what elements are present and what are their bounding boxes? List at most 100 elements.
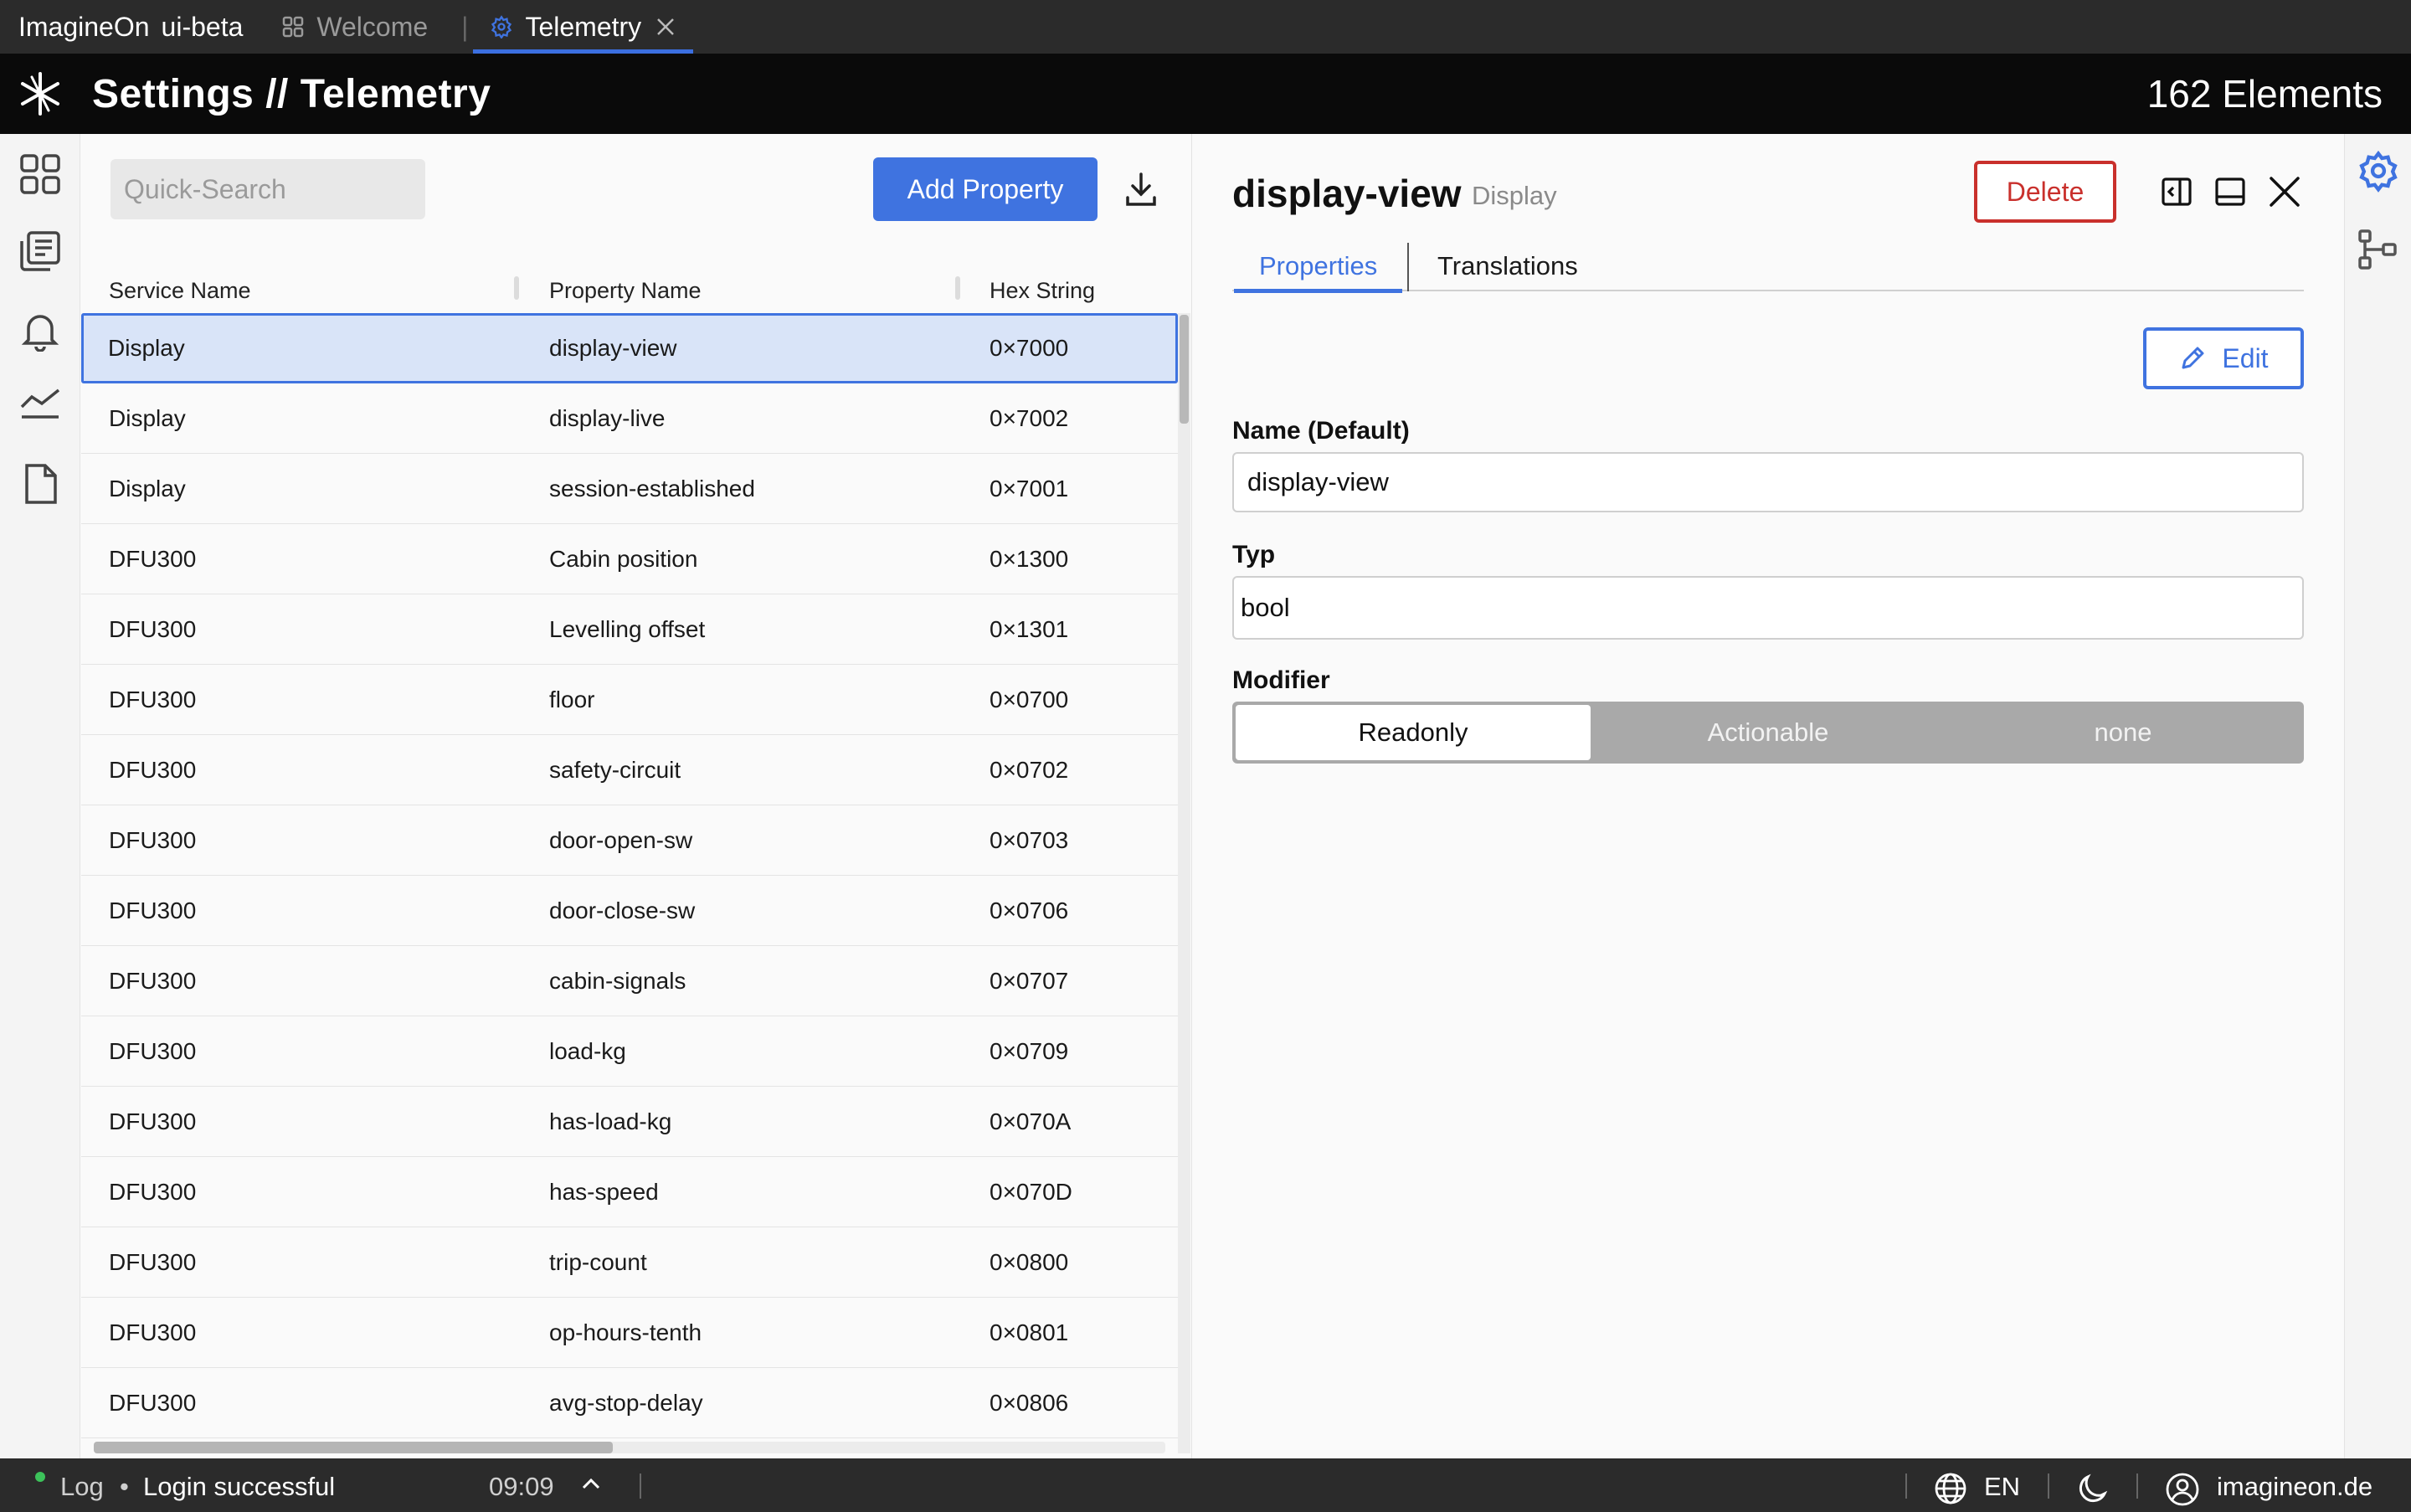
table-row[interactable]: DFU300 has-load-kg 0×070A [81, 1087, 1178, 1157]
cell-hex: 0×070D [990, 1179, 1072, 1205]
status-bullet: • [120, 1472, 129, 1501]
cell-hex: 0×7000 [990, 335, 1069, 361]
status-divider [2136, 1473, 2138, 1499]
dock-bottom-icon[interactable] [2211, 172, 2249, 211]
cell-hex: 0×7002 [990, 405, 1069, 431]
table-row[interactable]: DFU300 door-close-sw 0×0706 [81, 876, 1178, 946]
table-row[interactable]: Display session-established 0×7001 [81, 454, 1178, 524]
table-row[interactable]: DFU300 door-open-sw 0×0703 [81, 805, 1178, 876]
cell-service: DFU300 [109, 546, 197, 572]
cell-service: DFU300 [109, 616, 197, 642]
tab-close-icon[interactable] [655, 16, 676, 38]
column-resize-handle[interactable] [514, 276, 519, 300]
tab-translations[interactable]: Translations [1437, 251, 1578, 291]
bell-icon[interactable] [17, 306, 64, 353]
table-row[interactable]: DFU300 Cabin position 0×1300 [81, 524, 1178, 594]
cell-service: Display [108, 335, 185, 361]
cell-service: DFU300 [109, 687, 197, 712]
tab-properties[interactable]: Properties [1233, 251, 1403, 293]
close-icon[interactable] [2265, 172, 2304, 211]
type-label: Typ [1232, 541, 1276, 568]
table-row[interactable]: DFU300 Levelling offset 0×1301 [81, 594, 1178, 665]
documents-icon[interactable] [17, 228, 64, 275]
pencil-icon [2178, 344, 2207, 373]
column-header-hex[interactable]: Hex String [990, 278, 1095, 304]
detail-tabs: Properties Translations [1232, 243, 2304, 293]
table-row[interactable]: Display display-live 0×7002 [81, 383, 1178, 454]
scrollbar-thumb[interactable] [1180, 315, 1189, 424]
status-bar: Log • Login successful 09:09 EN imagineo… [0, 1458, 2411, 1512]
name-field[interactable]: display-view [1232, 452, 2304, 512]
cell-property: door-open-sw [549, 827, 693, 853]
right-sidebar [2344, 134, 2411, 1458]
gear-icon [490, 15, 513, 39]
cell-service: DFU300 [109, 827, 197, 853]
scrollbar-thumb[interactable] [94, 1442, 613, 1453]
tab-divider [1407, 243, 1409, 291]
settings-icon[interactable] [2355, 147, 2402, 194]
table-row[interactable]: DFU300 avg-stop-delay 0×0806 [81, 1368, 1178, 1438]
modifier-option-none[interactable]: none [1946, 705, 2300, 760]
column-header-service[interactable]: Service Name [109, 278, 251, 304]
modifier-option-readonly[interactable]: Readonly [1236, 705, 1591, 760]
moon-icon[interactable] [2076, 1472, 2110, 1505]
user-account[interactable]: imagineon.de [2217, 1472, 2372, 1502]
cell-property: display-view [549, 335, 677, 361]
cell-service: DFU300 [109, 1249, 197, 1275]
table-row[interactable]: DFU300 floor 0×0700 [81, 665, 1178, 735]
cell-service: DFU300 [109, 897, 197, 923]
user-icon[interactable] [2165, 1472, 2200, 1507]
page-header: Settings // Telemetry 162 Elements [0, 54, 2411, 134]
cell-property: avg-stop-delay [549, 1390, 703, 1416]
chevron-up-icon[interactable] [581, 1477, 601, 1490]
log-button[interactable]: Log [60, 1472, 104, 1502]
add-property-button[interactable]: Add Property [873, 157, 1098, 221]
dashboard-icon[interactable] [17, 151, 64, 198]
cell-property: load-kg [549, 1038, 626, 1064]
table-row[interactable]: Display display-view 0×7000 [81, 313, 1178, 383]
cell-service: DFU300 [109, 1319, 197, 1345]
column-resize-handle[interactable] [955, 276, 960, 300]
chart-icon[interactable] [17, 378, 64, 425]
logo-icon [17, 70, 64, 117]
table-row[interactable]: DFU300 load-kg 0×0709 [81, 1016, 1178, 1087]
column-header-property[interactable]: Property Name [549, 278, 702, 304]
tab-telemetry[interactable]: Telemetry [473, 0, 693, 54]
table-row[interactable]: DFU300 op-hours-tenth 0×0801 [81, 1298, 1178, 1368]
cell-hex: 0×070A [990, 1108, 1072, 1134]
cell-hex: 0×0703 [990, 827, 1069, 853]
file-icon[interactable] [17, 460, 64, 507]
cell-property: floor [549, 687, 595, 712]
element-count: 162 Elements [2146, 72, 2383, 116]
status-indicator [35, 1472, 45, 1482]
table-row[interactable]: DFU300 safety-circuit 0×0702 [81, 735, 1178, 805]
cell-service: DFU300 [109, 1108, 197, 1134]
dock-left-icon[interactable] [2157, 172, 2196, 211]
table-row[interactable]: DFU300 trip-count 0×0800 [81, 1227, 1178, 1298]
table-row[interactable]: DFU300 has-speed 0×070D [81, 1157, 1178, 1227]
table-row[interactable]: DFU300 cabin-signals 0×0707 [81, 946, 1178, 1016]
cell-property: has-speed [549, 1179, 659, 1205]
delete-button[interactable]: Delete [1974, 161, 2116, 223]
tab-welcome-label: Welcome [316, 11, 429, 42]
modifier-option-actionable[interactable]: Actionable [1591, 705, 1946, 760]
cell-property: cabin-signals [549, 968, 686, 994]
app-name-text: ImagineOn [18, 11, 150, 42]
language-selector[interactable]: EN [1984, 1472, 2020, 1502]
detail-subtitle: Display [1472, 181, 1557, 210]
download-icon[interactable] [1119, 167, 1163, 211]
cell-service: DFU300 [109, 1038, 197, 1064]
edit-button[interactable]: Edit [2143, 327, 2304, 389]
cell-hex: 0×7001 [990, 476, 1069, 501]
cell-property: session-established [549, 476, 755, 501]
horizontal-scrollbar[interactable] [94, 1442, 1165, 1453]
status-time: 09:09 [489, 1472, 554, 1501]
hierarchy-icon[interactable] [2355, 226, 2402, 273]
vertical-scrollbar[interactable] [1178, 313, 1190, 1453]
cell-hex: 0×0801 [990, 1319, 1069, 1345]
globe-icon[interactable] [1934, 1472, 1967, 1505]
tab-separator: | [461, 11, 469, 42]
quick-search-input[interactable] [111, 159, 425, 219]
type-field[interactable]: bool [1232, 576, 2304, 640]
tab-welcome[interactable]: Welcome [265, 0, 445, 54]
